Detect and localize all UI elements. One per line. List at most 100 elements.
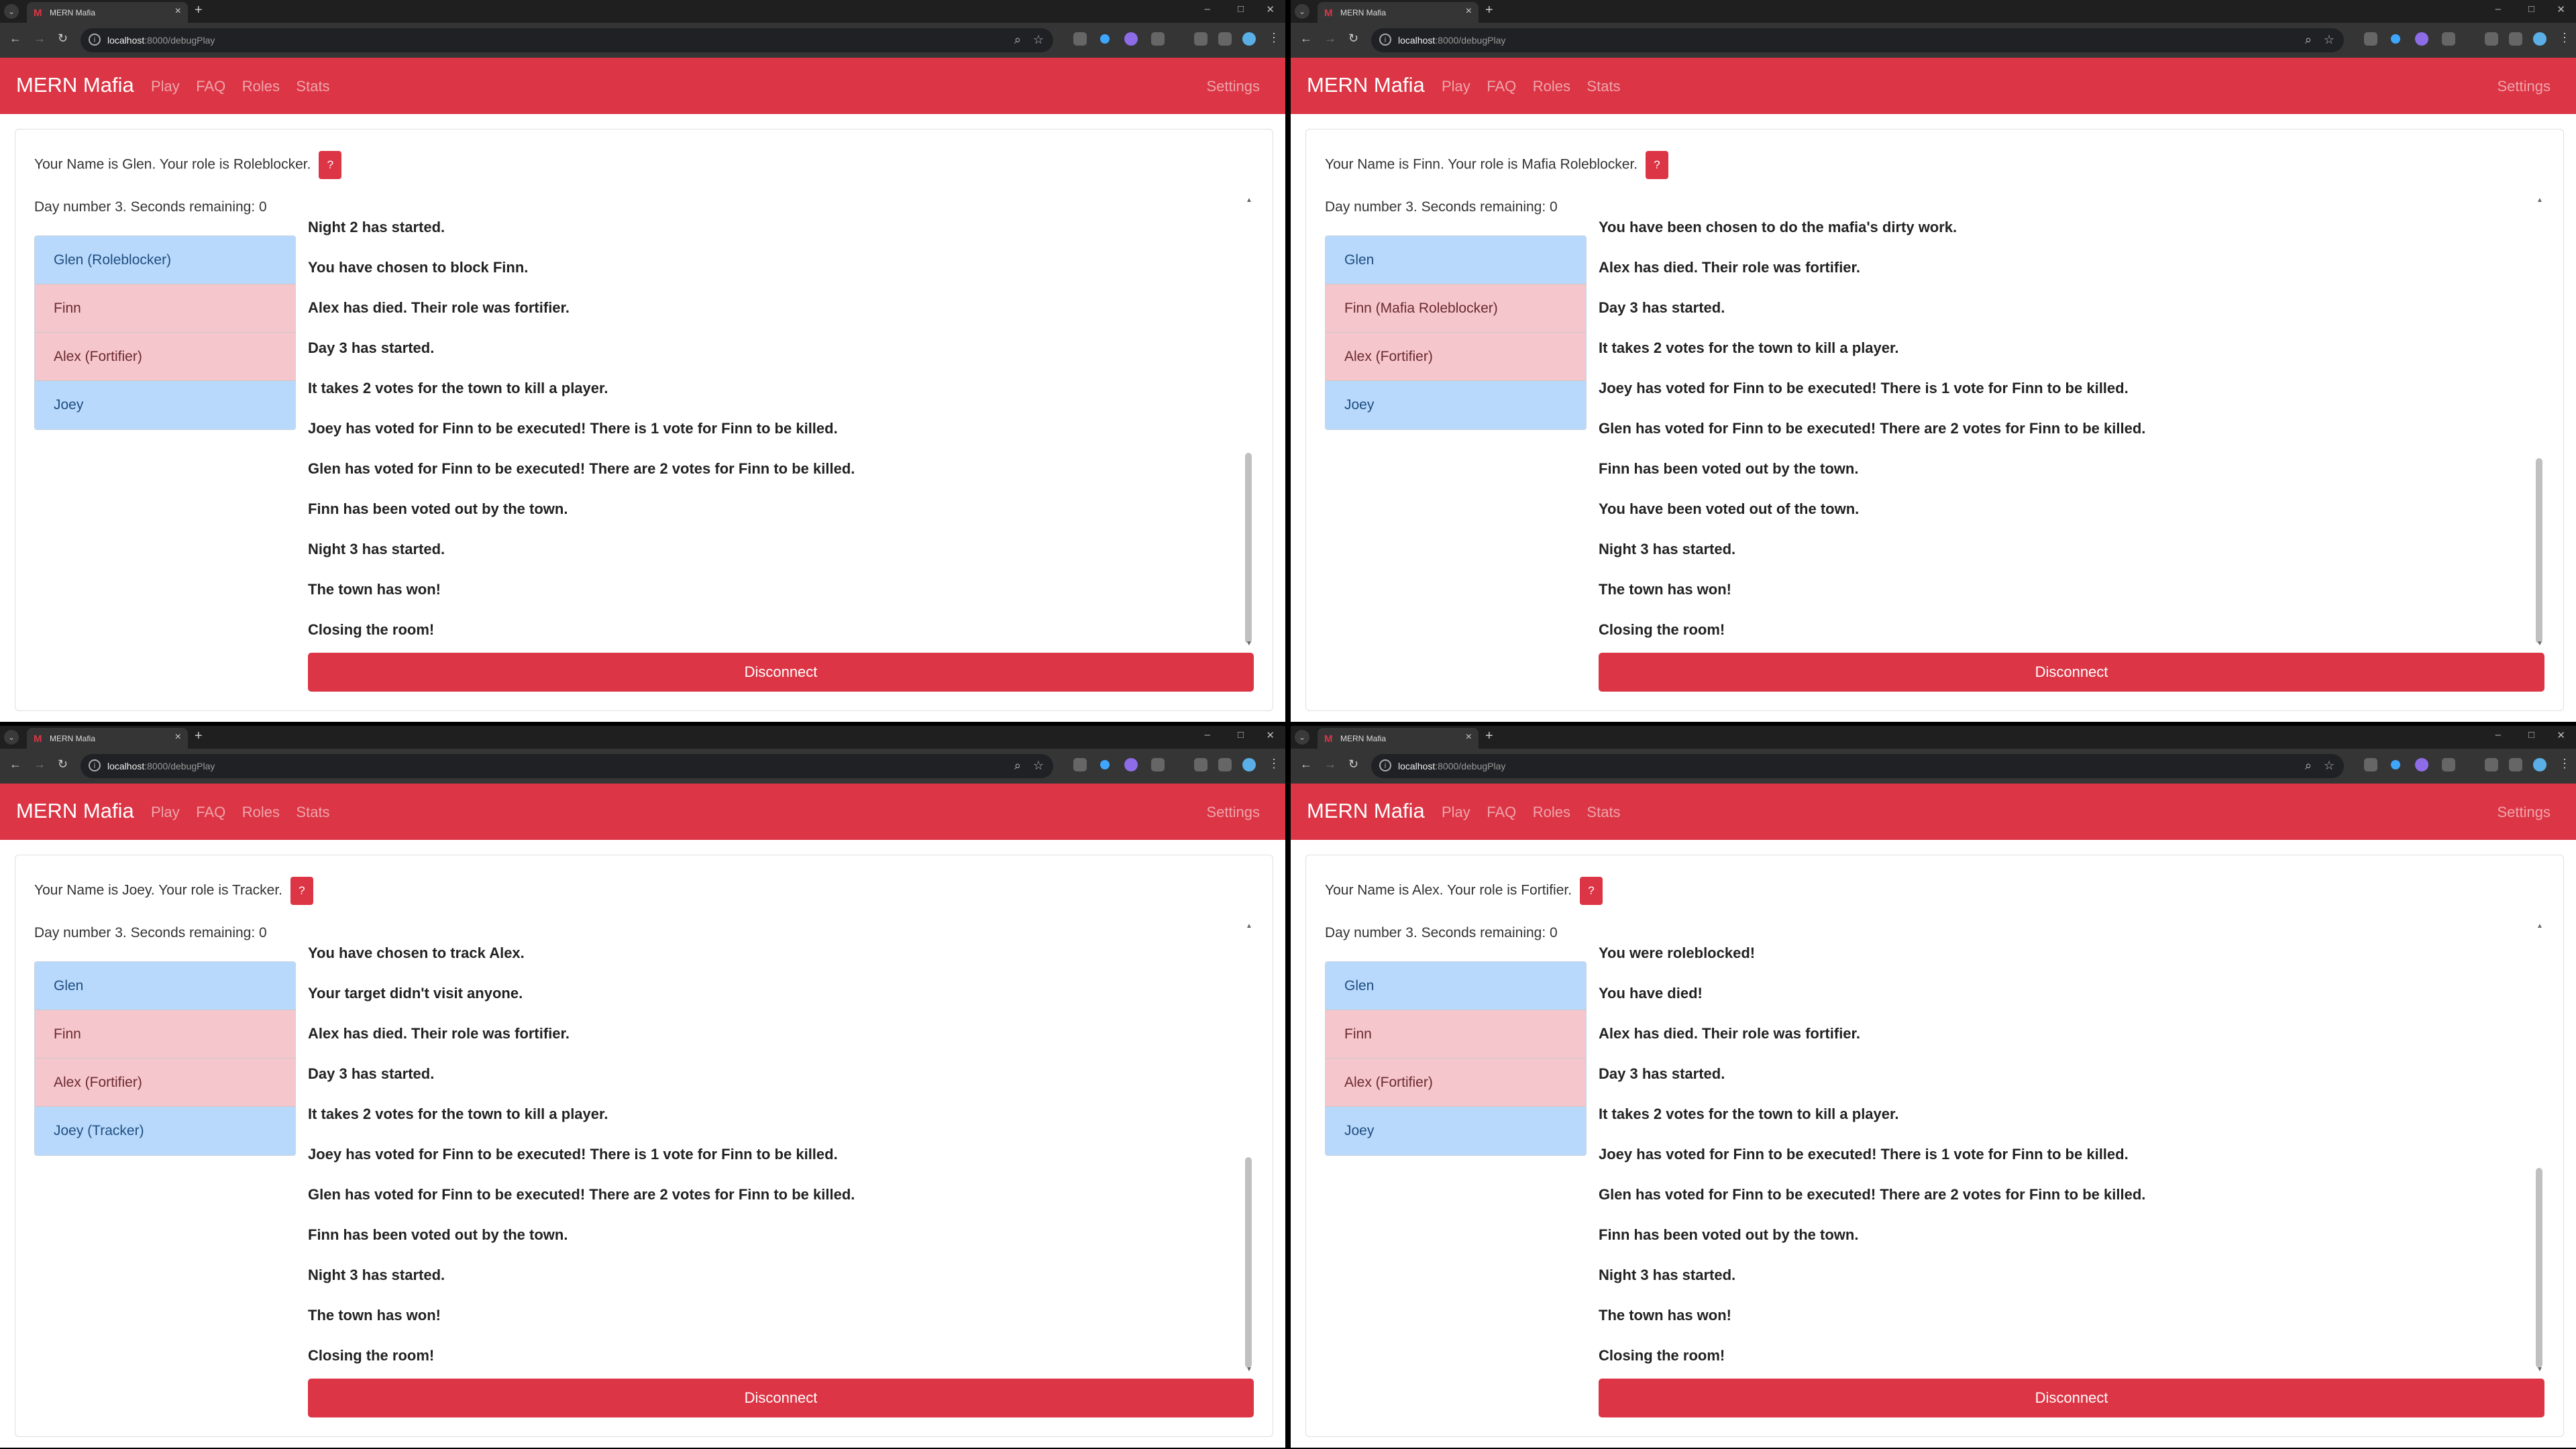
message-log[interactable]: You have chosen to track Alex. Your targ…: [308, 933, 1247, 1373]
tab-close-icon[interactable]: ×: [175, 731, 181, 743]
tab-close-icon[interactable]: ×: [175, 5, 181, 17]
nav-link-roles[interactable]: Roles: [242, 78, 280, 95]
nav-link-stats[interactable]: Stats: [296, 78, 329, 95]
browser-menu-icon[interactable]: ⋮: [1268, 31, 1280, 45]
nav-link-play[interactable]: Play: [151, 804, 180, 820]
window-close-icon[interactable]: ✕: [1266, 729, 1275, 741]
player-item[interactable]: Alex (Fortifier): [35, 1059, 295, 1107]
zoom-icon[interactable]: ⌕: [1014, 33, 1021, 47]
nav-link-stats[interactable]: Stats: [1587, 78, 1620, 95]
message-log[interactable]: You were roleblocked! You have died! Ale…: [1599, 933, 2538, 1373]
nav-link-play[interactable]: Play: [1442, 804, 1470, 820]
scroll-up-icon[interactable]: ▲: [1246, 197, 1252, 204]
bookmark-star-icon[interactable]: ☆: [2324, 759, 2334, 773]
scroll-up-icon[interactable]: ▲: [2536, 922, 2543, 930]
scrollbar-thumb[interactable]: [1245, 1157, 1252, 1368]
scroll-down-icon[interactable]: ▼: [2536, 640, 2543, 647]
minimize-icon[interactable]: –: [2496, 3, 2501, 15]
minimize-icon[interactable]: –: [1205, 729, 1210, 741]
extension-puzzle-icon[interactable]: [2442, 32, 2455, 46]
site-info-icon[interactable]: i: [89, 759, 101, 771]
extension-dot-icon[interactable]: [1100, 760, 1110, 769]
scroll-down-icon[interactable]: ▼: [1246, 640, 1252, 647]
window-close-icon[interactable]: ✕: [2557, 3, 2565, 15]
side-panel-icon[interactable]: [2509, 758, 2522, 771]
maximize-icon[interactable]: □: [2528, 729, 2534, 741]
nav-link-roles[interactable]: Roles: [1533, 804, 1570, 820]
bookmark-star-icon[interactable]: ☆: [1033, 759, 1044, 773]
disconnect-button[interactable]: Disconnect: [1599, 653, 2544, 692]
reload-icon[interactable]: ↻: [58, 757, 68, 771]
tab-search-icon[interactable]: ⌄: [4, 4, 19, 19]
player-item[interactable]: Alex (Fortifier): [35, 333, 295, 381]
nav-link-faq[interactable]: FAQ: [1487, 78, 1516, 95]
extension-puzzle-icon[interactable]: [1151, 32, 1165, 46]
disconnect-button[interactable]: Disconnect: [1599, 1379, 2544, 1417]
player-item[interactable]: Glen (Roleblocker): [35, 236, 295, 284]
reload-icon[interactable]: ↻: [1348, 757, 1358, 771]
nav-link-settings[interactable]: Settings: [1207, 78, 1260, 95]
new-tab-icon[interactable]: +: [195, 3, 203, 18]
site-info-icon[interactable]: i: [89, 34, 101, 46]
nav-link-play[interactable]: Play: [1442, 78, 1470, 95]
message-log[interactable]: You have been chosen to do the mafia's d…: [1599, 207, 2538, 647]
extension-puzzle-icon[interactable]: [1151, 758, 1165, 771]
player-item[interactable]: Finn (Mafia Roleblocker): [1326, 284, 1586, 333]
profile-avatar-icon[interactable]: [1242, 758, 1256, 771]
address-bar[interactable]: i localhost:8000/debugPlay ⌕ ☆: [1371, 754, 2344, 778]
nav-link-settings[interactable]: Settings: [2498, 804, 2551, 821]
address-bar[interactable]: i localhost:8000/debugPlay ⌕ ☆: [80, 28, 1053, 52]
maximize-icon[interactable]: □: [2528, 3, 2534, 15]
forward-icon[interactable]: →: [1324, 32, 1336, 46]
forward-icon[interactable]: →: [34, 757, 46, 771]
role-help-button[interactable]: ?: [1645, 151, 1668, 179]
new-tab-icon[interactable]: +: [1485, 3, 1493, 18]
nav-link-faq[interactable]: FAQ: [196, 804, 225, 820]
message-log[interactable]: Night 2 has started. You have chosen to …: [308, 207, 1247, 647]
player-item[interactable]: Finn: [1326, 1010, 1586, 1059]
profile-avatar-icon[interactable]: [1242, 32, 1256, 46]
site-info-icon[interactable]: i: [1379, 34, 1391, 46]
player-item[interactable]: Glen: [35, 962, 295, 1010]
role-help-button[interactable]: ?: [1579, 877, 1603, 905]
brand-link[interactable]: MERN Mafia: [1307, 73, 1425, 97]
player-item[interactable]: Alex (Fortifier): [1326, 1059, 1586, 1107]
side-panel-icon[interactable]: [2509, 32, 2522, 46]
nav-link-faq[interactable]: FAQ: [1487, 804, 1516, 820]
disconnect-button[interactable]: Disconnect: [308, 653, 1254, 692]
side-panel-icon[interactable]: [1218, 758, 1232, 771]
forward-icon[interactable]: →: [1324, 757, 1336, 771]
extension-purple-icon[interactable]: [1124, 758, 1138, 771]
minimize-icon[interactable]: –: [1205, 3, 1210, 15]
reload-icon[interactable]: ↻: [58, 32, 68, 46]
window-close-icon[interactable]: ✕: [1266, 3, 1275, 15]
browser-tab[interactable]: M MERN Mafia ×: [27, 2, 188, 23]
browser-tab[interactable]: M MERN Mafia ×: [27, 728, 188, 749]
scrollbar-thumb[interactable]: [1245, 453, 1252, 643]
back-icon[interactable]: ←: [9, 32, 21, 46]
maximize-icon[interactable]: □: [1238, 3, 1244, 15]
tab-search-icon[interactable]: ⌄: [1295, 4, 1309, 19]
zoom-icon[interactable]: ⌕: [2305, 759, 2312, 773]
nav-link-stats[interactable]: Stats: [296, 804, 329, 820]
nav-link-roles[interactable]: Roles: [242, 804, 280, 820]
tab-close-icon[interactable]: ×: [1466, 731, 1472, 743]
disconnect-button[interactable]: Disconnect: [308, 1379, 1254, 1417]
player-item[interactable]: Finn: [35, 284, 295, 333]
minimize-icon[interactable]: –: [2496, 729, 2501, 741]
log-scrollbar[interactable]: ▲ ▼: [1243, 922, 1254, 1373]
role-help-button[interactable]: ?: [319, 151, 342, 179]
reload-icon[interactable]: ↻: [1348, 32, 1358, 46]
address-bar[interactable]: i localhost:8000/debugPlay ⌕ ☆: [80, 754, 1053, 778]
player-item[interactable]: Joey: [35, 381, 295, 429]
address-bar[interactable]: i localhost:8000/debugPlay ⌕ ☆: [1371, 28, 2344, 52]
scroll-down-icon[interactable]: ▼: [1246, 1366, 1252, 1373]
extension-purple-icon[interactable]: [2415, 758, 2428, 771]
browser-tab[interactable]: M MERN Mafia ×: [1318, 2, 1479, 23]
new-tab-icon[interactable]: +: [1485, 729, 1493, 744]
nav-link-faq[interactable]: FAQ: [196, 78, 225, 95]
player-item[interactable]: Joey: [1326, 1107, 1586, 1155]
nav-link-settings[interactable]: Settings: [2498, 78, 2551, 95]
browser-tab[interactable]: M MERN Mafia ×: [1318, 728, 1479, 749]
side-panel-icon[interactable]: [1218, 32, 1232, 46]
